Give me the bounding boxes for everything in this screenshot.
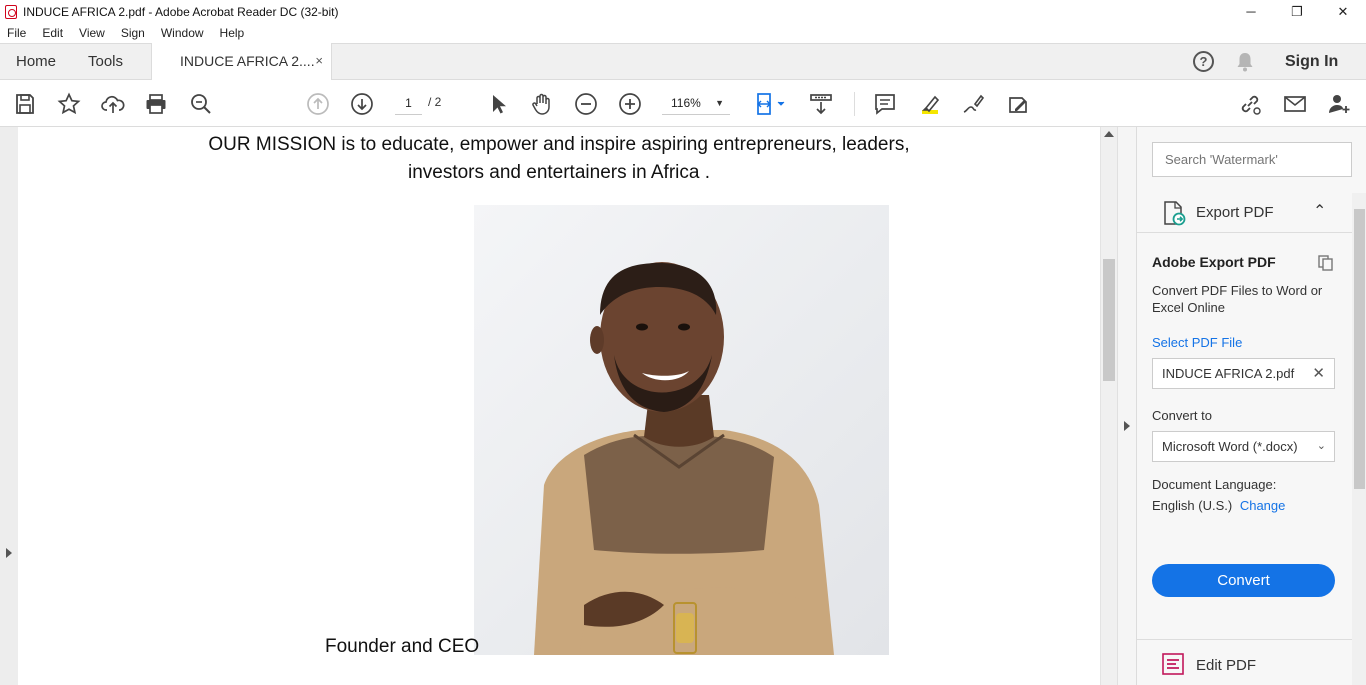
window-title: INDUCE AFRICA 2.pdf - Adobe Acrobat Read… [23,4,339,19]
format-select[interactable]: Microsoft Word (*.docx) ⌄ [1152,431,1335,462]
tab-tools[interactable]: Tools [88,53,123,70]
scroll-up-icon[interactable] [1104,131,1114,137]
zoom-level: 116% [671,96,701,110]
minimize-button[interactable]: ─ [1228,0,1274,23]
chevron-down-icon: ▼ [715,98,724,108]
restore-button[interactable]: ❐ [1274,0,1320,23]
founder-photo [474,205,889,655]
window-controls: ─ ❐ ✕ [1228,0,1366,23]
chevron-down-icon: ⌄ [1316,440,1326,452]
toolbar-divider [854,92,855,116]
right-pane-toggle[interactable] [1117,127,1136,685]
tools-pane: Export PDF ⌃ Adobe Export PDF Convert PD… [1136,127,1366,685]
export-pdf-label: Export PDF [1196,204,1274,221]
zoom-out-icon[interactable] [573,91,599,117]
page-total: / 2 [428,95,442,109]
copy-documents-icon[interactable] [1317,254,1335,272]
founder-caption: Founder and CEO [325,636,480,657]
highlight-icon[interactable] [917,91,943,117]
tab-home[interactable]: Home [16,53,56,70]
add-user-icon[interactable] [1326,91,1352,117]
export-pdf-header[interactable]: Export PDF ⌃ [1137,193,1352,233]
collapse-pane-icon[interactable] [1124,421,1130,431]
email-icon[interactable] [1282,91,1308,117]
document-language-value: English (U.S.) [1152,498,1233,513]
edit-pdf-tool[interactable]: Edit PDF [1137,639,1352,685]
hand-tool-icon[interactable] [529,91,555,117]
close-window-button[interactable]: ✕ [1320,0,1366,23]
export-description: Convert PDF Files to Word or Excel Onlin… [1152,283,1323,315]
selected-file-field[interactable]: INDUCE AFRICA 2.pdf ✕ [1152,358,1335,389]
next-page-icon[interactable] [349,91,375,117]
tab-bar: Home Tools INDUCE AFRICA 2.... × ? Sign … [0,43,1366,80]
menu-sign[interactable]: Sign [113,26,153,40]
format-value: Microsoft Word (*.docx) [1162,439,1298,454]
change-language-link[interactable]: Change [1240,498,1286,513]
tools-pane-scrollbar-thumb[interactable] [1354,209,1365,489]
document-scrollbar[interactable] [1100,127,1117,685]
menu-file[interactable]: File [0,26,34,40]
share-link-icon[interactable] [1237,91,1263,117]
tab-document-label: INDUCE AFRICA 2.... [180,53,315,69]
pdf-page: OUR MISSION is to educate, empower and i… [18,127,1100,685]
search-zoom-icon[interactable] [188,91,214,117]
menu-window[interactable]: Window [153,26,212,40]
close-tab-icon[interactable]: × [315,53,323,68]
document-viewer[interactable]: OUR MISSION is to educate, empower and i… [0,127,1117,685]
acrobat-pdf-icon [5,4,17,19]
mission-line-2: investors and entertainers in Africa . [407,162,711,183]
convert-button[interactable]: Convert [1152,564,1335,597]
document-language: English (U.S.) Change [1152,498,1285,513]
cloud-upload-icon[interactable] [100,91,126,117]
tools-search-input[interactable] [1152,142,1352,177]
fit-page-icon[interactable] [752,91,788,117]
help-icon[interactable]: ? [1193,51,1214,72]
edit-pdf-icon [1162,653,1184,675]
mission-line-1: OUR MISSION is to educate, empower and i… [208,134,910,155]
scrollbar-thumb[interactable] [1103,259,1115,381]
sign-in-button[interactable]: Sign In [1285,53,1338,71]
previous-page-icon[interactable] [305,91,331,117]
select-pdf-file-link[interactable]: Select PDF File [1152,335,1242,350]
page-number-input[interactable]: 1 [395,93,422,115]
menu-view[interactable]: View [71,26,113,40]
export-pdf-icon [1164,201,1186,226]
mission-statement: OUR MISSION is to educate, empower and i… [18,131,1100,187]
selected-file-name: INDUCE AFRICA 2.pdf [1162,366,1295,381]
toolbar: 1 / 2 116% ▼ [0,80,1366,127]
select-cursor-icon[interactable] [485,91,511,117]
title-bar: INDUCE AFRICA 2.pdf - Adobe Acrobat Read… [0,0,1366,23]
tools-pane-scrollbar[interactable] [1352,193,1366,685]
tab-document[interactable]: INDUCE AFRICA 2.... × [151,43,332,80]
convert-to-label: Convert to [1152,408,1212,423]
fill-sign-icon[interactable] [1005,91,1031,117]
document-language-label: Document Language: [1152,477,1277,492]
bookmark-star-icon[interactable] [56,91,82,117]
menu-edit[interactable]: Edit [34,26,71,40]
menu-help[interactable]: Help [212,26,253,40]
clear-file-icon[interactable]: ✕ [1312,359,1325,388]
edit-pdf-label: Edit PDF [1196,657,1257,674]
menu-bar: File Edit View Sign Window Help [0,23,1366,43]
chevron-up-icon[interactable]: ⌃ [1313,201,1326,221]
zoom-level-select[interactable]: 116% ▼ [662,93,730,115]
bell-icon[interactable] [1236,52,1254,72]
zoom-in-icon[interactable] [617,91,643,117]
print-icon[interactable] [143,91,169,117]
scrolling-mode-icon[interactable] [808,91,834,117]
left-panel-toggle-icon[interactable] [6,548,12,558]
comment-icon[interactable] [872,91,898,117]
save-icon[interactable] [12,91,38,117]
adobe-export-title: Adobe Export PDF [1152,254,1276,270]
draw-sign-icon[interactable] [960,91,986,117]
